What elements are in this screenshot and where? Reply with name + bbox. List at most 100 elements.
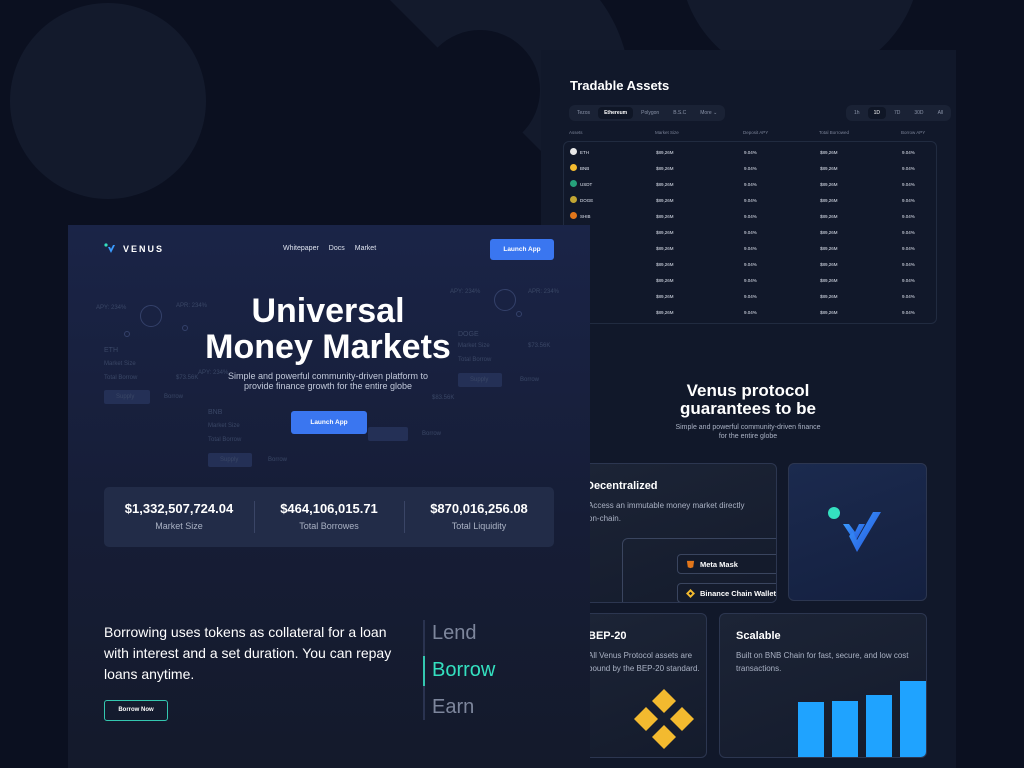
table-cell: 9.04%: [744, 278, 757, 283]
scalable-title: Scalable: [736, 630, 781, 642]
table-cell: 9.04%: [902, 182, 915, 187]
nav-market[interactable]: Market: [355, 245, 376, 252]
venus-logo[interactable]: VENUS: [104, 243, 164, 255]
feature-switch-indicator: [423, 656, 425, 686]
table-cell: $89,26M: [820, 262, 838, 267]
background-circle: [10, 3, 206, 199]
range-chip-7d[interactable]: 7D: [888, 107, 906, 119]
coin-icon: [570, 164, 577, 171]
table-cell: 9.04%: [744, 150, 757, 155]
table-row[interactable]: $89,26M 9.04% $89,26M 9.04%: [570, 273, 934, 289]
switch-item-earn[interactable]: Earn: [432, 696, 474, 719]
ghost-apy: APY: 234%: [96, 305, 127, 311]
ghost-button-label: Supply: [220, 457, 239, 463]
switch-item-borrow[interactable]: Borrow: [432, 659, 495, 682]
stats-bar: $1,332,507,724.04 Market Size $464,106,0…: [104, 487, 554, 547]
table-cell: SHIB: [580, 214, 591, 219]
table-cell: 9.04%: [902, 246, 915, 251]
wallet-metamask[interactable]: Meta Mask: [677, 554, 776, 574]
coin-icon: [570, 180, 577, 187]
table-row[interactable]: SHIB $89,26M 9.04% $89,26M 9.04%: [570, 209, 934, 225]
table-cell: $89,26M: [656, 246, 674, 251]
table-cell: $89,26M: [820, 214, 838, 219]
table-cell: ETH: [580, 150, 589, 155]
table-cell: $89,26M: [656, 294, 674, 299]
launch-app-button[interactable]: Launch App: [490, 239, 554, 260]
hero-subtitle: Simple and powerful community-driven pla…: [227, 371, 429, 391]
switch-item-lend[interactable]: Lend: [432, 622, 477, 645]
ghost-row: Market Size: [104, 361, 136, 367]
decentralized-title: Decentralized: [586, 480, 658, 492]
growth-bar: [900, 681, 926, 757]
chain-filter: Tezos Ethereum Polygon B.S.C More ⌄: [569, 105, 726, 121]
chain-chip-ethereum[interactable]: Ethereum: [598, 107, 634, 119]
table-cell: 9.04%: [744, 198, 757, 203]
coin-icon: [570, 212, 577, 219]
table-cell: 9.04%: [902, 198, 915, 203]
table-row[interactable]: BNB $89,26M 9.04% $89,26M 9.04%: [570, 161, 934, 177]
table-cell: BNB: [580, 166, 590, 171]
range-chip-all[interactable]: All: [932, 107, 950, 119]
ghost-row: Market Size: [208, 423, 240, 429]
ghost-dot: [124, 331, 130, 337]
table-cell: 9.04%: [902, 150, 915, 155]
table-cell: 9.04%: [744, 294, 757, 299]
coin-icon: [570, 148, 577, 155]
table-row[interactable]: $89,26M 9.04% $89,26M 9.04%: [570, 257, 934, 273]
range-chip-30d[interactable]: 30D: [908, 107, 929, 119]
nav-docs[interactable]: Docs: [329, 245, 345, 252]
ghost-name: BNB: [208, 409, 223, 416]
binance-large-icon: [634, 689, 694, 749]
table-cell: 9.04%: [902, 310, 915, 315]
hero-title: Universal Money Markets: [205, 292, 451, 366]
table-row[interactable]: $89,26M 9.04% $89,26M 9.04%: [570, 241, 934, 257]
ghost-row: $73.56K: [528, 343, 551, 349]
top-nav: Whitepaper Docs Market: [283, 245, 376, 252]
tradable-assets-title: Tradable Assets: [570, 78, 670, 93]
brand-name: VENUS: [123, 244, 165, 254]
table-row[interactable]: ETH $89,26M 9.04% $89,26M 9.04%: [570, 145, 934, 161]
chain-chip-bsc[interactable]: B.S.C: [667, 107, 692, 119]
metamask-icon: [686, 560, 695, 569]
stat-value: $1,332,507,724.04: [124, 501, 234, 516]
left-panel: VENUS Whitepaper Docs Market Launch App …: [68, 225, 590, 768]
decentralized-card: Decentralized Access an immutable money …: [581, 463, 777, 603]
table-cell: $89,26M: [656, 166, 674, 171]
doge-coin-icon: [494, 289, 516, 311]
range-chip-1h[interactable]: 1h: [848, 107, 866, 119]
range-chip-1d[interactable]: 1D: [867, 107, 886, 119]
hero-launch-app-button[interactable]: Launch App: [291, 411, 367, 434]
column-header: Total Borrowed: [819, 130, 850, 135]
chain-chip-polygon[interactable]: Polygon: [635, 107, 665, 119]
chain-chip-more[interactable]: More ⌄: [694, 107, 723, 119]
table-cell: $89,26M: [656, 198, 674, 203]
growth-bar: [866, 695, 892, 757]
ghost-row: $83.56K: [432, 395, 455, 401]
ghost-button-label: Borrow: [268, 457, 288, 463]
table-row[interactable]: $89,26M 9.04% $89,26M 9.04%: [570, 289, 934, 305]
table-row[interactable]: $89,26M 9.04% $89,26M 9.04%: [570, 305, 934, 321]
protocol-title: Venus protocol guarantees to be: [679, 381, 817, 418]
ghost-button-label: Borrow: [520, 377, 540, 383]
ghost-button-label: Borrow: [422, 431, 442, 437]
protocol-subtitle: Simple and powerful community-driven fin…: [675, 424, 821, 440]
wallet-binance[interactable]: Binance Chain Wallet: [677, 583, 776, 602]
right-panel: Tradable Assets Tezos Ethereum Polygon B…: [541, 50, 956, 768]
eth-coin-icon: [140, 305, 162, 327]
stat-label: Market Size: [155, 521, 203, 531]
table-row[interactable]: $89,26M 9.04% $89,26M 9.04%: [570, 225, 934, 241]
table-row[interactable]: USDT $89,26M 9.04% $89,26M 9.04%: [570, 177, 934, 193]
column-header: Market Size: [655, 130, 679, 135]
chain-chip-tezos[interactable]: Tezos: [571, 107, 596, 119]
nav-whitepaper[interactable]: Whitepaper: [283, 245, 319, 252]
stat-total-liquidity: $870,016,256.08 Total Liquidity: [404, 501, 554, 531]
binance-icon: [686, 589, 695, 598]
ghost-row: Total Borrow: [208, 437, 242, 443]
stat-label: Total Liquidity: [451, 521, 507, 531]
venus-mark-icon: [104, 243, 115, 253]
table-cell: $89,26M: [656, 230, 674, 235]
chevron-down-icon: ⌄: [713, 110, 718, 116]
borrow-now-button[interactable]: Borrow Now: [104, 700, 168, 721]
table-row[interactable]: DOGE $89,26M 9.04% $89,26M 9.04%: [570, 193, 934, 209]
table-cell: 9.04%: [744, 230, 757, 235]
